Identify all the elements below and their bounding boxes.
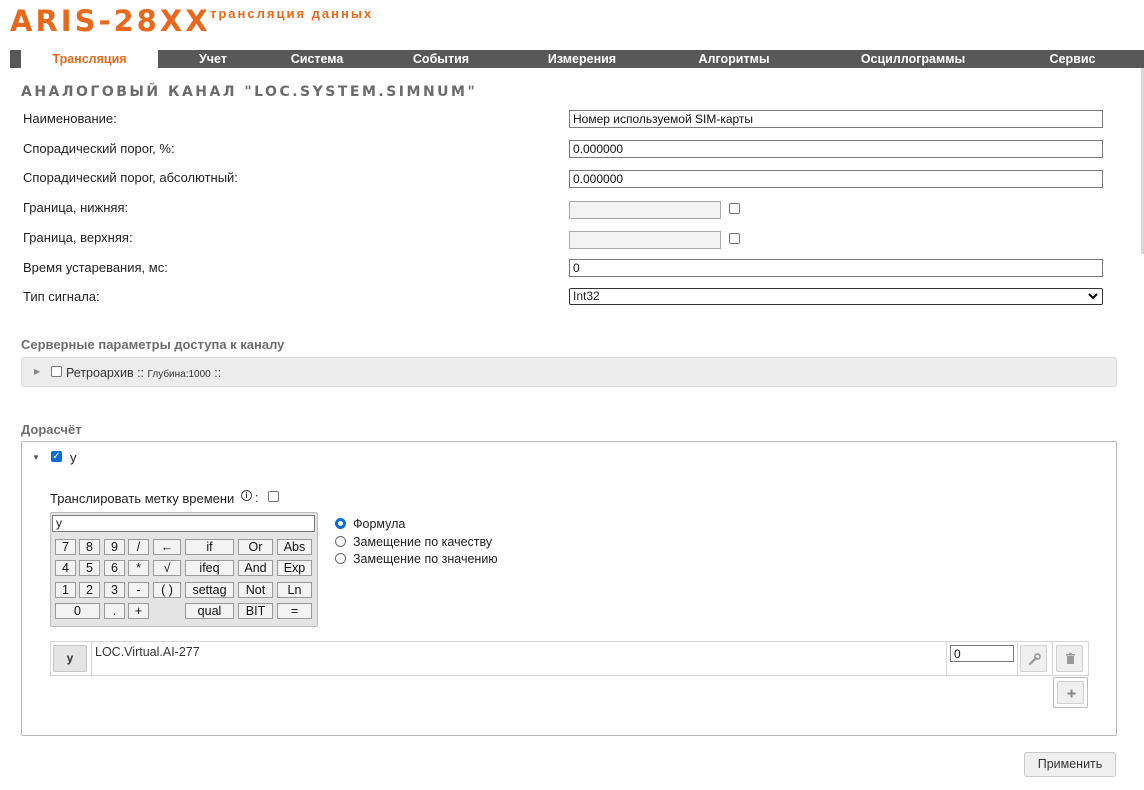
page-title: АНАЛОГОВЫЙ КАНАЛ "LOC.SYSTEM.SIMNUM" [21, 84, 478, 100]
info-icon[interactable]: i [241, 490, 252, 501]
logo-subtitle: трансляция данных [210, 6, 374, 21]
aging-time-label: Время устаревания, мс: [23, 260, 168, 275]
mode-formula-radio[interactable] [335, 518, 346, 529]
key-ln[interactable]: Ln [277, 582, 312, 598]
key-abs[interactable]: Abs [277, 539, 312, 555]
key-1[interactable]: 1 [55, 582, 76, 598]
calc-var-label: y [70, 450, 77, 465]
signal-type-select[interactable]: Int32 [569, 288, 1103, 305]
timestamp-checkbox[interactable] [268, 491, 279, 502]
key-minus[interactable]: - [128, 582, 149, 598]
key-2[interactable]: 2 [79, 582, 100, 598]
key-divide[interactable]: / [128, 539, 149, 555]
expand-arrow-icon[interactable]: ▶ [34, 367, 40, 376]
mode-value-radio[interactable] [335, 553, 346, 564]
key-settag[interactable]: settag [185, 582, 234, 598]
retro-archive-label: Ретроархив :: Глубина:1000 :: [66, 366, 222, 380]
key-5[interactable]: 5 [79, 560, 100, 576]
collapse-arrow-icon[interactable]: ▼ [32, 453, 40, 462]
logo: ARIS-28XX трансляция данных [10, 4, 371, 38]
tab-oscillograms[interactable]: Осциллограммы [848, 50, 978, 68]
formula-input[interactable]: y [52, 515, 315, 532]
tab-measurements[interactable]: Измерения [532, 50, 632, 68]
separator [1052, 642, 1053, 675]
upper-bound-label: Граница, верхняя: [23, 230, 133, 245]
trash-icon [1066, 652, 1075, 664]
wrench-icon [1028, 653, 1041, 666]
calc-section-title: Дорасчёт [21, 422, 82, 437]
lower-bound-input[interactable] [569, 201, 721, 219]
logo-main-text: ARIS-28XX [10, 4, 211, 38]
retro-archive-panel[interactable]: ▶ Ретроархив :: Глубина:1000 :: [21, 357, 1117, 387]
mode-quality-radio[interactable] [335, 536, 346, 547]
key-equals[interactable]: = [277, 603, 312, 619]
variable-row [50, 641, 1089, 676]
mode-value-label: Замещение по значению [353, 552, 498, 566]
tab-system[interactable]: Система [272, 50, 362, 68]
key-multiply[interactable]: * [128, 560, 149, 576]
tab-accounting[interactable]: Учет [178, 50, 248, 68]
name-label: Наименование: [23, 111, 117, 126]
apply-button[interactable]: Применить [1024, 752, 1116, 777]
key-7[interactable]: 7 [55, 539, 76, 555]
sporadic-percent-input[interactable] [569, 140, 1103, 158]
edit-button[interactable] [1020, 645, 1047, 672]
upper-bound-input[interactable] [569, 231, 721, 249]
key-backspace[interactable]: ← [153, 539, 181, 555]
key-dot[interactable]: . [104, 603, 125, 619]
key-or[interactable]: Or [238, 539, 273, 555]
chevron-down-icon [1088, 289, 1098, 308]
key-and[interactable]: And [238, 560, 273, 576]
variable-name-button[interactable]: y [53, 645, 87, 672]
retro-archive-checkbox[interactable] [51, 366, 62, 377]
lower-bound-label: Граница, нижняя: [23, 200, 129, 215]
upper-bound-checkbox[interactable] [729, 233, 740, 244]
key-8[interactable]: 8 [79, 539, 100, 555]
tab-service[interactable]: Сервис [1035, 50, 1110, 68]
key-parentheses[interactable]: ( ) [153, 582, 181, 598]
plus-icon [1067, 689, 1076, 698]
tab-translation[interactable]: Трансляция [21, 50, 158, 70]
timestamp-label: Транслировать метку времени [50, 491, 235, 506]
name-input[interactable] [569, 110, 1103, 128]
sporadic-percent-label: Спорадический порог, %: [23, 141, 175, 156]
tab-algorithms[interactable]: Алгоритмы [684, 50, 784, 68]
mode-quality-label: Замещение по качеству [353, 535, 493, 549]
retro-depth: Глубина:1000 [147, 369, 211, 380]
key-bit[interactable]: BIT [238, 603, 273, 619]
signal-type-value: Int32 [573, 289, 600, 303]
calc-var-checkbox[interactable]: ✓ [51, 451, 62, 462]
add-variable-button[interactable] [1053, 677, 1088, 708]
key-plus[interactable]: + [128, 603, 149, 619]
sporadic-absolute-input[interactable] [569, 170, 1103, 188]
key-3[interactable]: 3 [104, 582, 125, 598]
delete-button[interactable] [1056, 645, 1083, 672]
mode-formula-label: Формула [353, 517, 406, 531]
key-9[interactable]: 9 [104, 539, 125, 555]
separator [946, 642, 947, 675]
lower-bound-checkbox[interactable] [729, 203, 740, 214]
key-0[interactable]: 0 [55, 603, 100, 619]
key-exp[interactable]: Exp [277, 560, 312, 576]
server-section-title: Серверные параметры доступа к каналу [21, 337, 285, 352]
key-if[interactable]: if [185, 539, 234, 555]
main-nav: Трансляция Учет Система События Измерени… [10, 50, 1144, 70]
timestamp-colon: : [255, 490, 259, 505]
sporadic-absolute-label: Спорадический порог, абсолютный: [23, 170, 238, 185]
key-sqrt[interactable]: √ [153, 560, 181, 576]
variable-source: LOC.Virtual.AI-277 [95, 645, 200, 659]
separator [91, 642, 92, 675]
key-not[interactable]: Not [238, 582, 273, 598]
key-6[interactable]: 6 [104, 560, 125, 576]
key-4[interactable]: 4 [55, 560, 76, 576]
key-ifeq[interactable]: ifeq [185, 560, 234, 576]
tab-events[interactable]: События [396, 50, 486, 68]
key-qual[interactable]: qual [185, 603, 234, 619]
signal-type-label: Тип сигнала: [23, 289, 100, 304]
variable-value-input[interactable] [950, 645, 1014, 662]
aging-time-input[interactable] [569, 259, 1103, 277]
separator [1017, 642, 1018, 675]
